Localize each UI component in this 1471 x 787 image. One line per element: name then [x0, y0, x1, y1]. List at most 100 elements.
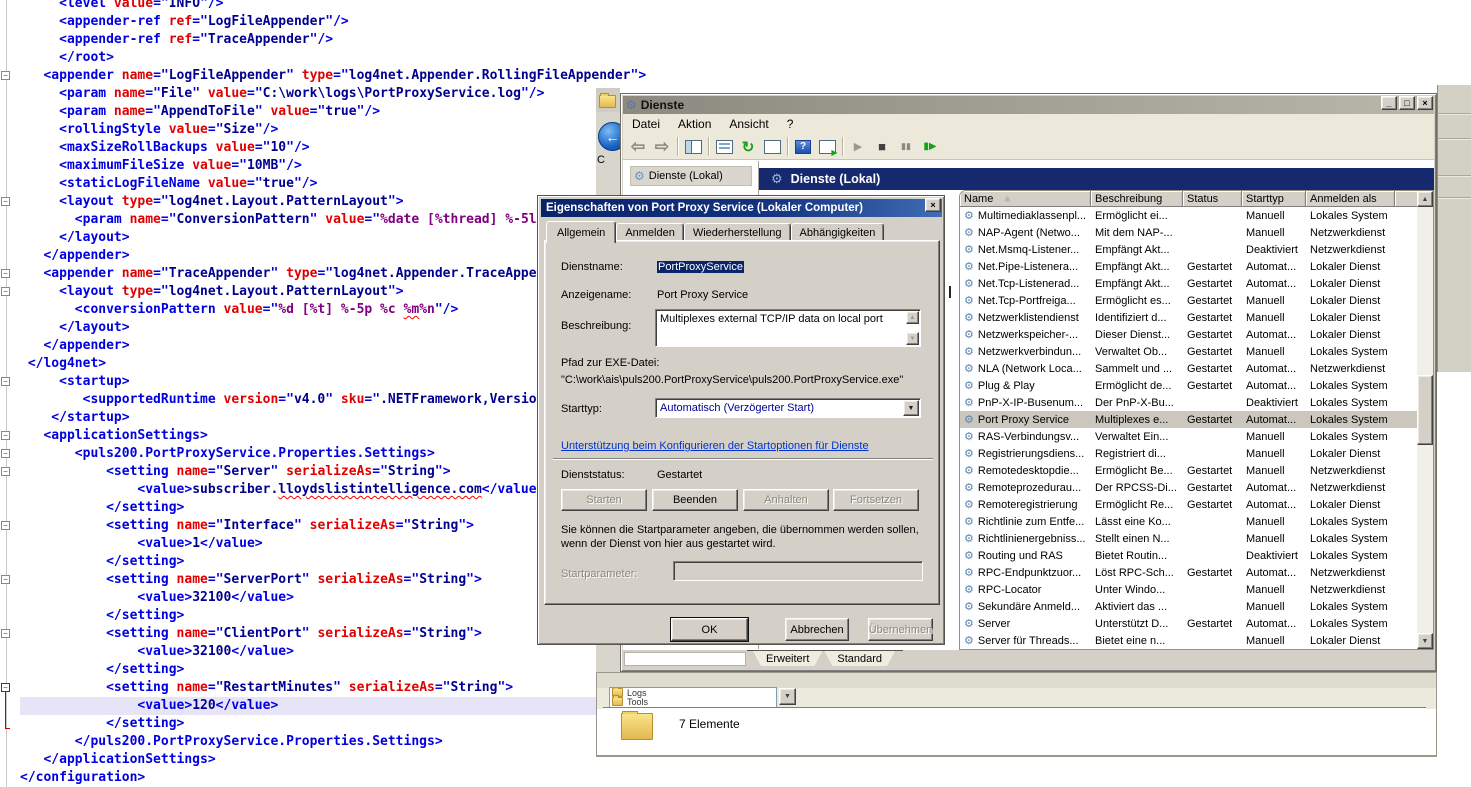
- column-header-starttyp[interactable]: Starttyp: [1242, 191, 1306, 207]
- stop-service-icon[interactable]: ■: [870, 136, 894, 158]
- scope-node-dienste-lokal[interactable]: ⚙ Dienste (Lokal): [630, 166, 752, 186]
- startup-options-help-link[interactable]: Unterstützung beim Konfigurieren der Sta…: [561, 440, 869, 452]
- fold-marker[interactable]: −: [1, 629, 10, 638]
- scroll-down-icon[interactable]: ▼: [1417, 633, 1433, 649]
- table-row[interactable]: ⚙Server für Threads...Bietet eine n...Ma…: [960, 632, 1419, 649]
- scroll-down-icon[interactable]: ▼: [906, 332, 919, 345]
- pause-service-icon[interactable]: ▮▮: [894, 136, 918, 158]
- code-line[interactable]: </root>: [20, 49, 803, 67]
- table-row[interactable]: ⚙Multimediaklassenpl...Ermöglicht ei...M…: [960, 207, 1419, 224]
- table-row[interactable]: ⚙RemoteregistrierungErmöglicht Re...Gest…: [960, 496, 1419, 513]
- view-tab-standard[interactable]: Standard: [824, 651, 895, 666]
- table-row[interactable]: ⚙PnP-X-IP-Busenum...Der PnP-X-Bu...Deakt…: [960, 394, 1419, 411]
- column-header-name[interactable]: Name▲: [960, 191, 1091, 207]
- table-row[interactable]: ⚙Registrierungsdiens...Registriert di...…: [960, 445, 1419, 462]
- chevron-down-icon[interactable]: ▼: [779, 688, 796, 705]
- table-row[interactable]: ⚙Net.Pipe-Listenera...Empfängt Akt...Ges…: [960, 258, 1419, 275]
- menu-item-aktion[interactable]: Aktion: [669, 117, 720, 131]
- code-line[interactable]: <appender-ref ref="LogFileAppender"/>: [20, 13, 803, 31]
- table-row[interactable]: ⚙Net.Tcp-Portfreiga...Ermöglicht es...Ge…: [960, 292, 1419, 309]
- stop-button[interactable]: Beenden: [652, 489, 738, 511]
- cell-text: Empfängt Akt...: [1095, 278, 1170, 290]
- code-line[interactable]: </configuration>: [20, 769, 803, 787]
- maximize-icon[interactable]: □: [1399, 96, 1415, 110]
- console-tree-icon[interactable]: [681, 136, 705, 158]
- column-header-status[interactable]: Status: [1183, 191, 1242, 207]
- column-header-spacer[interactable]: [1395, 191, 1419, 207]
- cancel-button[interactable]: Abbrechen: [785, 618, 849, 641]
- table-row[interactable]: ⚙Plug & PlayErmöglicht de...GestartetAut…: [960, 377, 1419, 394]
- restart-service-icon[interactable]: ▮▶: [918, 136, 942, 158]
- fold-marker[interactable]: −: [1, 197, 10, 206]
- export-list-icon[interactable]: [760, 136, 784, 158]
- menu-item-ansicht[interactable]: Ansicht: [720, 117, 777, 131]
- refresh-icon[interactable]: ↻: [736, 136, 760, 158]
- start-params-input[interactable]: [673, 561, 923, 581]
- cell-text: Manuell: [1246, 448, 1285, 460]
- table-row[interactable]: ⚙Remoteprozedurau...Der RPCSS-Di...Gesta…: [960, 479, 1419, 496]
- chevron-down-icon[interactable]: ▼: [903, 400, 919, 416]
- titlebar[interactable]: ⚙ Dienste: [623, 96, 1434, 114]
- fold-marker[interactable]: −: [1, 467, 10, 476]
- fold-marker[interactable]: −: [1, 683, 10, 692]
- table-row[interactable]: ⚙Richtlinie zum Entfe...Lässt eine Ko...…: [960, 513, 1419, 530]
- scroll-up-icon[interactable]: ▲: [1417, 191, 1433, 207]
- scroll-up-icon[interactable]: ▲: [906, 311, 919, 324]
- table-row[interactable]: ⚙Sekundäre Anmeld...Aktiviert das ...Man…: [960, 598, 1419, 615]
- folder-listbox[interactable]: LogsTools: [609, 687, 777, 709]
- tab-allgemein[interactable]: Allgemein: [546, 221, 616, 243]
- table-row[interactable]: ⚙NLA (Network Loca...Sammelt und ...Gest…: [960, 360, 1419, 377]
- list-item[interactable]: Tools: [610, 697, 776, 706]
- description-field[interactable]: Multiplexes external TCP/IP data on loca…: [655, 309, 921, 347]
- table-row[interactable]: ⚙Net.Tcp-Listenerad...Empfängt Akt...Ges…: [960, 275, 1419, 292]
- forward-icon[interactable]: ⇨: [650, 136, 674, 158]
- fold-marker[interactable]: −: [1, 287, 10, 296]
- table-row[interactable]: ⚙ServerUnterstützt D...GestartetAutomat.…: [960, 615, 1419, 632]
- fold-marker[interactable]: −: [1, 377, 10, 386]
- table-row[interactable]: ⚙Netzwerkspeicher-...Dieser Dienst...Ges…: [960, 326, 1419, 343]
- table-row[interactable]: ⚙NetzwerklistendienstIdentifiziert d...G…: [960, 309, 1419, 326]
- table-row[interactable]: ⚙RAS-Verbindungsv...Verwaltet Ein...Manu…: [960, 428, 1419, 445]
- fold-gutter[interactable]: − − − − − − − − − − − −: [0, 0, 18, 787]
- fold-marker[interactable]: −: [1, 71, 10, 80]
- column-header-anmelden-als[interactable]: Anmelden als: [1306, 191, 1395, 207]
- cell-text: Plug & Play: [978, 380, 1035, 392]
- fold-marker[interactable]: −: [1, 521, 10, 530]
- code-line[interactable]: <appender-ref ref="TraceAppender"/>: [20, 31, 803, 49]
- close-icon[interactable]: ×: [925, 198, 941, 212]
- table-row[interactable]: ⚙RPC-Endpunktzuor...Löst RPC-Sch...Gesta…: [960, 564, 1419, 581]
- dialog-titlebar[interactable]: Eigenschaften von Port Proxy Service (Lo…: [541, 199, 942, 217]
- fold-marker[interactable]: −: [1, 449, 10, 458]
- fold-marker[interactable]: −: [1, 431, 10, 440]
- service-gear-icon: ⚙: [964, 447, 974, 460]
- fold-marker[interactable]: −: [1, 269, 10, 278]
- menu-item-help[interactable]: ?: [778, 117, 803, 131]
- startup-type-select[interactable]: Automatisch (Verzögerter Start) ▼: [655, 398, 921, 418]
- close-icon[interactable]: ×: [1417, 96, 1433, 110]
- new-window-icon[interactable]: [815, 136, 839, 158]
- start-service-icon[interactable]: ▶: [846, 136, 870, 158]
- menu-item-datei[interactable]: Datei: [623, 117, 669, 131]
- table-row[interactable]: ⚙Routing und RASBietet Routin...Deaktivi…: [960, 547, 1419, 564]
- table-row[interactable]: ⚙Netzwerkverbindun...Verwaltet Ob...Gest…: [960, 343, 1419, 360]
- table-row[interactable]: ⚙Remotedesktopdie...Ermöglicht Be...Gest…: [960, 462, 1419, 479]
- table-row[interactable]: ⚙NAP-Agent (Netwo...Mit dem NAP-...Manue…: [960, 224, 1419, 241]
- table-row[interactable]: ⚙RPC-LocatorUnter Windo...ManuellNetzwer…: [960, 581, 1419, 598]
- help-icon[interactable]: ?: [791, 136, 815, 158]
- properties-icon[interactable]: [712, 136, 736, 158]
- minimize-icon[interactable]: _: [1381, 96, 1397, 110]
- table-row[interactable]: ⚙Net.Msmq-Listener...Empfängt Akt...Deak…: [960, 241, 1419, 258]
- table-row[interactable]: ⚙Richtlinienergebniss...Stellt einen N..…: [960, 530, 1419, 547]
- ok-button[interactable]: OK: [671, 618, 748, 641]
- code-line[interactable]: <value>120</value>: [20, 697, 598, 715]
- back-icon[interactable]: ⇦: [626, 136, 650, 158]
- view-tab-erweitert[interactable]: Erweitert: [753, 651, 822, 666]
- fold-marker[interactable]: −: [1, 575, 10, 584]
- scrollbar-thumb[interactable]: [1417, 375, 1433, 445]
- service-name: ⚙Netzwerkspeicher-...: [960, 326, 1091, 343]
- code-line[interactable]: <level value="INFO"/>: [20, 0, 803, 13]
- code-line[interactable]: <appender name="LogFileAppender" type="l…: [20, 67, 803, 85]
- table-row[interactable]: ⚙Port Proxy ServiceMultiplexes e...Gesta…: [960, 411, 1419, 428]
- column-header-beschreibung[interactable]: Beschreibung: [1091, 191, 1183, 207]
- vertical-scrollbar[interactable]: ▲ ▼: [1417, 191, 1433, 649]
